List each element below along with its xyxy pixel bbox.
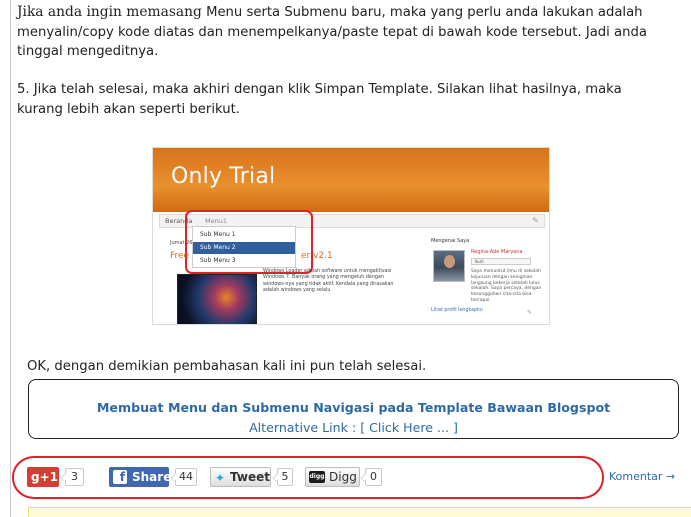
sidebar-profile-link: Lihat profil lengkapku <box>431 308 483 313</box>
wrench-icon: ✎ <box>532 216 539 225</box>
google-plus-button[interactable]: g+1 <box>27 467 59 487</box>
sidebar-follow-button: Ikuti <box>471 258 531 265</box>
related-link-box: Membuat Menu dan Submenu Navigasi pada T… <box>28 379 679 439</box>
post-title-left: Free <box>170 251 190 261</box>
twitter-bird-icon: ✦ <box>215 471 226 485</box>
embedded-result-screenshot: Only Trial Beranda Menu1 ✎ Sub Menu 1 Su… <box>152 147 550 325</box>
facebook-share-button[interactable]: f Share <box>109 467 172 487</box>
paragraph-lead-text: Jika anda ingin memasang <box>17 4 202 20</box>
facebook-share-label: Share <box>132 470 172 484</box>
closing-paragraph: OK, dengan demikian pembahasan kali ini … <box>27 359 427 374</box>
twitter-tweet-button[interactable]: ✦ Tweet <box>210 467 271 487</box>
alternative-link[interactable]: Alternative Link : [ Click Here ... ] <box>29 420 678 435</box>
wrench-icon: ✎ <box>527 309 533 316</box>
bottom-notice-strip <box>28 507 691 517</box>
blog-header-banner: Only Trial <box>153 148 549 212</box>
blog-title: Only Trial <box>171 164 276 189</box>
paragraph-step-5: 5. Jika telah selesai, maka akhiri denga… <box>17 82 622 117</box>
digg-count: 0 <box>365 468 382 486</box>
twitter-tweet-label: Tweet <box>230 470 270 484</box>
sidebar-about-text: Saya menuntut ilmu di sekolah kejuruan d… <box>471 269 542 303</box>
digg-icon: digg <box>309 471 325 483</box>
facebook-icon: f <box>113 470 127 484</box>
dropdown-highlight-box <box>185 210 313 274</box>
twitter-tweet-count: 5 <box>277 468 293 486</box>
google-plus-count: 3 <box>65 468 84 486</box>
digg-label: Digg <box>329 470 357 484</box>
post-date: Jumat 26 <box>170 240 193 246</box>
digg-button[interactable]: digg Digg <box>305 467 360 487</box>
paragraph-install-menu: Jika anda ingin memasang Menu serta Subm… <box>17 3 657 62</box>
sidebar-title: Mengenai Saya <box>431 238 470 244</box>
post-title-right: er v2.1 <box>301 251 333 261</box>
komentar-link[interactable]: Komentar → <box>609 470 675 483</box>
profile-avatar <box>433 250 465 282</box>
post-excerpt: Windows Loader adalah software untuk men… <box>263 269 394 294</box>
facebook-share-count: 44 <box>175 468 197 486</box>
post-thumbnail-image <box>177 274 257 324</box>
related-article-link[interactable]: Membuat Menu dan Submenu Navigasi pada T… <box>29 400 678 415</box>
sidebar-profile-name: Regina Ade Maryana <box>471 249 523 255</box>
